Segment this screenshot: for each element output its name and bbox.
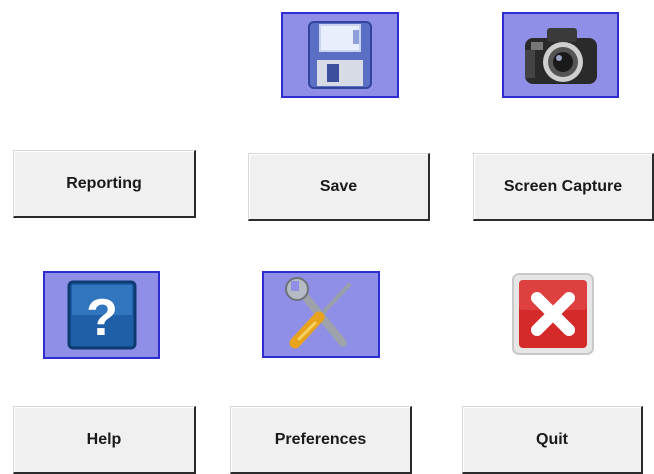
preferences-icon-button[interactable]: [262, 271, 380, 358]
preferences-button[interactable]: Preferences: [230, 406, 412, 474]
save-button[interactable]: Save: [248, 153, 430, 221]
save-icon-button[interactable]: [281, 12, 399, 98]
close-x-icon: [511, 272, 595, 356]
svg-text:?: ?: [86, 289, 118, 347]
reporting-button[interactable]: Reporting: [13, 150, 196, 218]
screen-capture-icon-button[interactable]: [502, 12, 619, 98]
help-question-icon: ?: [66, 279, 138, 351]
floppy-disk-icon: [307, 20, 373, 90]
wrench-screwdriver-icon: [281, 276, 361, 353]
help-button[interactable]: Help: [13, 406, 196, 474]
help-icon-button[interactable]: ?: [43, 271, 160, 359]
quit-icon-button[interactable]: [510, 271, 596, 357]
screen-capture-button[interactable]: Screen Capture: [473, 153, 654, 221]
camera-icon: [519, 20, 603, 90]
quit-button[interactable]: Quit: [462, 406, 643, 474]
